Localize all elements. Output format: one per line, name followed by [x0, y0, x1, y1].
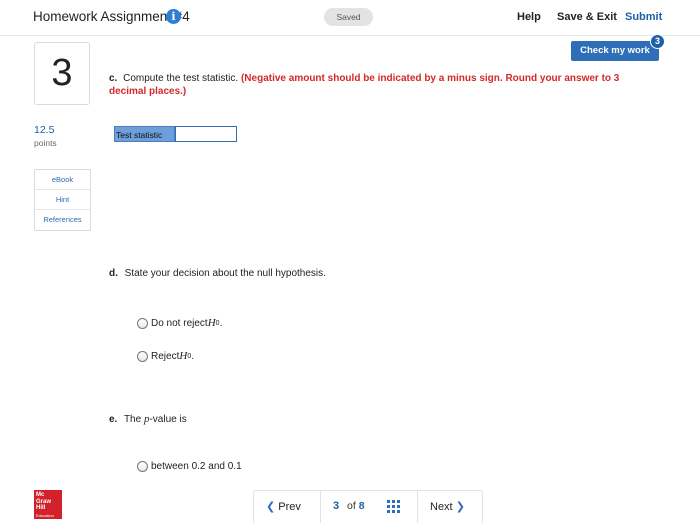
test-statistic-row: Test statistic: [114, 126, 237, 142]
part-e-prompt: e. The p-value is: [109, 413, 187, 425]
help-link[interactable]: Help: [517, 11, 541, 23]
submit-link[interactable]: Submit: [625, 11, 662, 23]
current-page: 3: [333, 500, 340, 512]
option-do-not-reject[interactable]: Do not reject H0.: [137, 317, 222, 329]
saved-status-badge: Saved: [324, 8, 373, 26]
option-text: Do not reject: [151, 317, 208, 329]
option-text: between 0.2 and 0.1: [151, 461, 242, 472]
part-c-label: c.: [109, 73, 118, 84]
next-label: Next: [430, 501, 453, 513]
option-end: .: [219, 317, 223, 329]
mcgraw-hill-logo: Mc Graw Hill Education: [34, 490, 62, 519]
pagination-bar: ❮ Prev 3 of 8 Next ❯: [253, 490, 483, 523]
part-c-prompt: c. Compute the test statistic. (Negative…: [109, 72, 649, 98]
of-label: of: [347, 500, 356, 512]
null-hypothesis-symbol: H: [179, 350, 188, 362]
part-e-label: e.: [109, 414, 118, 425]
question-number: 3: [34, 42, 90, 105]
part-e-text-pre: The: [123, 414, 142, 425]
save-exit-link[interactable]: Save & Exit: [557, 11, 617, 23]
part-e-text-post: -value is: [149, 414, 187, 425]
option-text: Reject: [151, 350, 180, 362]
page-indicator: 3 of 8: [320, 491, 418, 523]
top-header: Homework Assignment #4 i Saved Help Save…: [0, 0, 700, 36]
page-of: of 8: [347, 500, 365, 512]
test-statistic-label: Test statistic: [114, 126, 175, 142]
info-icon[interactable]: i: [166, 9, 181, 24]
ebook-link[interactable]: eBook: [35, 170, 90, 190]
radio-button[interactable]: [137, 350, 148, 362]
part-d-label: d.: [109, 268, 118, 279]
prev-label: Prev: [278, 501, 301, 513]
references-link[interactable]: References: [35, 210, 90, 230]
check-work-count-badge: 3: [650, 34, 665, 49]
option-reject[interactable]: Reject H0.: [137, 350, 194, 362]
logo-line: Hill: [36, 505, 46, 511]
chevron-left-icon: ❮: [266, 501, 276, 513]
check-my-work-button[interactable]: Check my work: [571, 41, 659, 61]
resources-panel: eBook Hint References: [34, 169, 91, 231]
radio-button[interactable]: [137, 461, 148, 472]
chevron-right-icon: ❯: [455, 501, 465, 513]
points-value: 12.5: [34, 124, 55, 136]
prev-button[interactable]: ❮ Prev: [266, 500, 301, 513]
grid-view-icon[interactable]: [387, 500, 400, 513]
hint-link[interactable]: Hint: [35, 190, 90, 210]
option-end: .: [191, 350, 194, 362]
total-pages: 8: [358, 500, 365, 512]
test-statistic-input[interactable]: [175, 126, 237, 142]
option-between[interactable]: between 0.2 and 0.1: [137, 461, 242, 472]
null-hypothesis-symbol: H: [207, 317, 216, 329]
logo-sub: Education: [36, 512, 54, 518]
points-label: points: [34, 138, 57, 148]
next-button[interactable]: Next ❯: [430, 500, 465, 513]
part-c-text: Compute the test statistic.: [123, 73, 239, 84]
part-d-prompt: d. State your decision about the null hy…: [109, 268, 326, 279]
part-d-text: State your decision about the null hypot…: [124, 268, 326, 279]
radio-button[interactable]: [137, 317, 148, 329]
